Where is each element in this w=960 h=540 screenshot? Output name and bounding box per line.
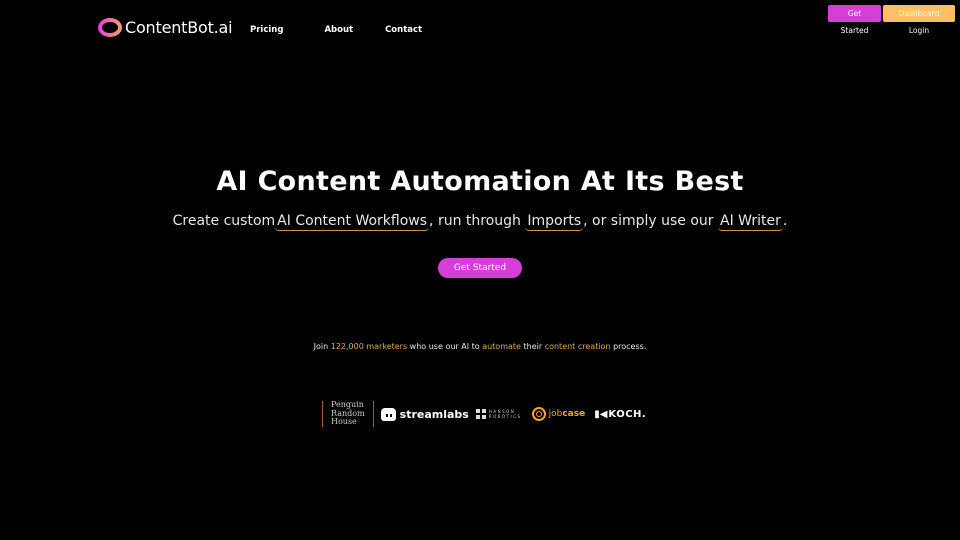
streamlabs-icon [380, 407, 396, 421]
social-proof-segment: Join [313, 342, 331, 351]
brand-name: ContentBot.ai [125, 18, 233, 37]
automate-highlight: automate [482, 342, 521, 351]
nav-links: Pricing About Contact [250, 25, 422, 35]
penguin-random-house-logo: Penguin Random House [323, 401, 373, 427]
social-proof-segment: who use our AI to [407, 342, 483, 351]
nav-link-pricing[interactable]: Pricing [250, 25, 283, 35]
client-logos: Penguin Random House streamlabs HANSON RO… [322, 400, 646, 428]
subtitle-text: , run through [429, 213, 526, 229]
social-proof-segment: process. [610, 342, 647, 351]
logo-text: streamlabs [399, 407, 469, 421]
koch-mark-icon: ▮◀ [594, 408, 608, 420]
subtitle-text: , or simply use our [583, 213, 719, 229]
subtitle-text: Create custom [172, 213, 276, 229]
dashboard-login-button[interactable]: Dashboard Login [883, 5, 955, 35]
brand-logo[interactable]: ContentBot.ai [98, 18, 233, 37]
social-proof-segment: their [520, 342, 545, 351]
logo-text-line: ROBOTICS [488, 414, 522, 419]
imports-link[interactable]: Imports [525, 213, 584, 231]
hanson-robotics-logo: HANSON ROBOTICS [475, 409, 522, 419]
logo-text-part: case [562, 409, 586, 419]
nav-link-contact[interactable]: Contact [385, 25, 422, 35]
streamlabs-logo: streamlabs [380, 407, 469, 421]
logo-text: HANSON ROBOTICS [489, 409, 522, 419]
logo-text: KOCH. [608, 408, 647, 420]
hanson-grid-icon [475, 409, 486, 419]
hero-title: AI Content Automation At Its Best [216, 166, 744, 197]
nav-link-about[interactable]: About [324, 25, 353, 35]
subtitle-text: . [782, 213, 788, 229]
ai-writer-link[interactable]: AI Writer [718, 213, 783, 231]
jobcase-at-icon [531, 407, 546, 421]
logo-text-part: job [548, 409, 563, 419]
top-navigation: ContentBot.ai Pricing About Contact Get … [0, 0, 960, 60]
divider [372, 401, 374, 427]
content-creation-highlight: content creation [544, 342, 611, 351]
ai-content-workflows-link[interactable]: AI Content Workflows [275, 213, 430, 231]
jobcase-logo: jobcase [531, 407, 586, 421]
header-actions: Get Started Dashboard Login [828, 5, 955, 35]
hero-get-started-button[interactable]: Get Started [438, 258, 522, 278]
hero-subtitle: Create custom AI Content Workflows, run t… [0, 213, 960, 231]
logo-text: jobcase [549, 409, 586, 419]
gradient-ring-icon [98, 18, 122, 37]
koch-logo: ▮◀ KOCH. [594, 409, 646, 420]
header-get-started-button[interactable]: Get Started [828, 5, 881, 35]
logo-text: House [331, 417, 357, 427]
social-proof-text: Join 122,000 marketers who use our AI to… [0, 342, 960, 351]
marketers-count: 122,000 marketers [330, 342, 408, 351]
